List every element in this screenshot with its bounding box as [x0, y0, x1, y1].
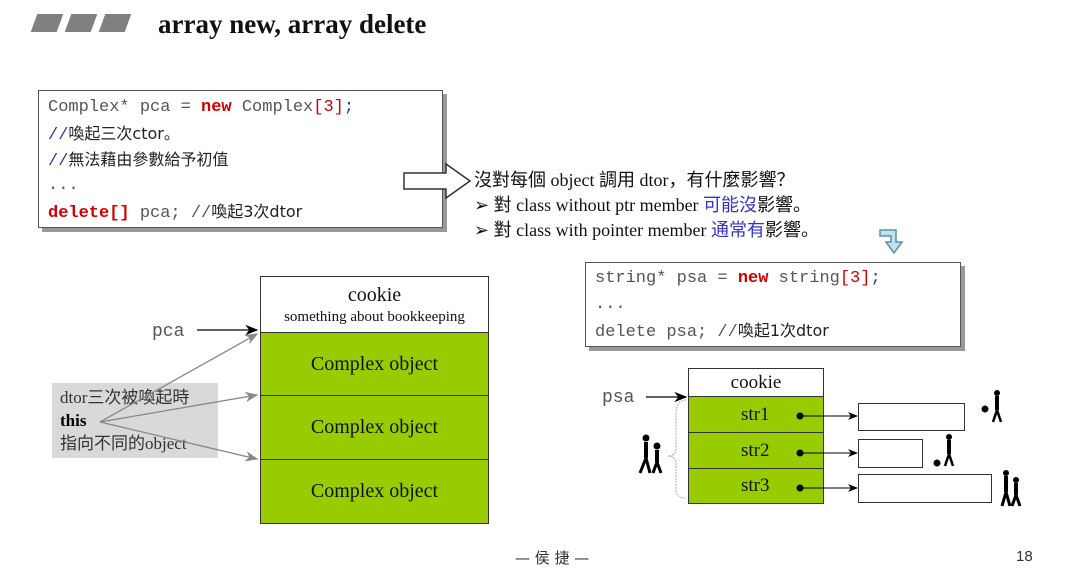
question: 沒對每個 object 調用 dtor，有什麼影響？	[474, 170, 795, 190]
brace	[667, 399, 687, 499]
this-arrow	[99, 421, 259, 462]
stick-figures-icon	[1000, 470, 1022, 507]
code-block-string: string* psa = new string[3]; ... delete …	[585, 262, 961, 347]
page-number: 18	[1016, 548, 1033, 565]
bullet-2: ➢ 對 class with pointer member 通常有影響。	[474, 220, 820, 240]
stick-figures-icon	[638, 434, 663, 474]
right-arrows	[638, 390, 1022, 507]
bullet-1: ➢ 對 class without ptr member 可能沒影響。	[474, 195, 812, 215]
ball-and-chain-figure-icon	[933, 390, 1003, 467]
curved-arrow-icon	[879, 229, 904, 255]
footer-author: — 侯 捷 —	[515, 549, 590, 567]
left-arrows	[99, 324, 259, 462]
notes: 沒對每個 object 調用 dtor，有什麼影響？ ➢ 對 class wit…	[474, 168, 819, 243]
